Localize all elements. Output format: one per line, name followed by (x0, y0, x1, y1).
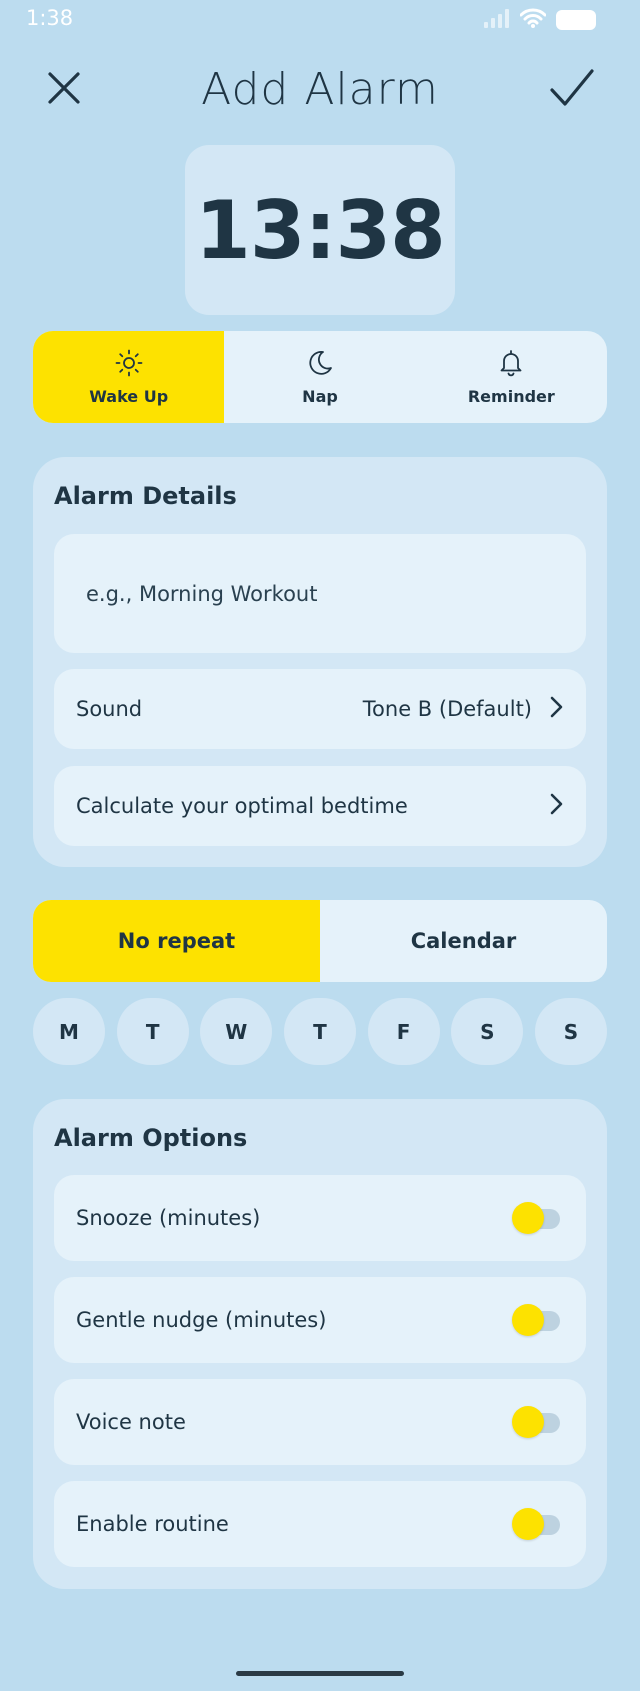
enable-routine-toggle[interactable] (512, 1507, 564, 1541)
toggle-knob (512, 1508, 544, 1540)
chevron-right-icon (550, 696, 564, 722)
toggle-knob (512, 1406, 544, 1438)
sound-label: Sound (76, 697, 143, 721)
alarm-details-card: Alarm Details Sound Tone B (Default) Cal… (33, 457, 607, 867)
option-enable-routine: Enable routine (54, 1481, 586, 1567)
repeat-selector: No repeat Calendar (33, 900, 607, 982)
tab-nap-label: Nap (302, 386, 338, 406)
alarm-type-selector: Wake Up Nap Reminder (33, 331, 607, 423)
snooze-toggle[interactable] (512, 1201, 564, 1235)
checkmark-icon (549, 68, 595, 112)
gentle-nudge-toggle[interactable] (512, 1303, 564, 1337)
day-wednesday[interactable]: W (200, 998, 273, 1065)
alarm-options-title: Alarm Options (54, 1124, 248, 1152)
option-enable-routine-label: Enable routine (76, 1512, 229, 1536)
add-alarm-screen: 1:38 Add Alarm 13:38 Wake Up Nap Reminde… (0, 0, 640, 1691)
save-button[interactable] (542, 60, 602, 120)
wifi-icon (519, 8, 547, 32)
option-voice-note-label: Voice note (76, 1410, 186, 1434)
tab-reminder[interactable]: Reminder (416, 331, 607, 423)
tab-nap[interactable]: Nap (224, 331, 415, 423)
status-bar: 1:38 (0, 0, 640, 36)
bedtime-calculator-row[interactable]: Calculate your optimal bedtime (54, 766, 586, 846)
bell-icon (497, 349, 525, 381)
option-gentle-nudge: Gentle nudge (minutes) (54, 1277, 586, 1363)
alarm-time: 13:38 (195, 183, 446, 277)
moon-icon (306, 349, 334, 381)
time-picker[interactable]: 13:38 (185, 145, 455, 315)
bedtime-label: Calculate your optimal bedtime (76, 794, 408, 818)
day-saturday[interactable]: S (451, 998, 524, 1065)
alarm-details-title: Alarm Details (54, 482, 237, 510)
sound-row[interactable]: Sound Tone B (Default) (54, 669, 586, 749)
voice-note-toggle[interactable] (512, 1405, 564, 1439)
sun-icon (115, 349, 143, 381)
signal-icon (484, 8, 510, 32)
chevron-right-icon (550, 793, 564, 819)
tab-wake-up-label: Wake Up (89, 386, 169, 406)
day-monday[interactable]: M (33, 998, 105, 1065)
battery-icon (556, 10, 596, 30)
tab-calendar[interactable]: Calendar (320, 900, 607, 982)
day-selector: M T W T F S S (33, 998, 607, 1065)
toggle-knob (512, 1202, 544, 1234)
sound-value: Tone B (Default) (362, 697, 532, 721)
day-friday[interactable]: F (367, 998, 440, 1065)
option-voice-note: Voice note (54, 1379, 586, 1465)
option-snooze: Snooze (minutes) (54, 1175, 586, 1261)
day-tuesday[interactable]: T (116, 998, 189, 1065)
day-thursday[interactable]: T (283, 998, 356, 1065)
toggle-knob (512, 1304, 544, 1336)
alarm-options-card: Alarm Options Snooze (minutes) Gentle nu… (33, 1099, 607, 1589)
tab-no-repeat[interactable]: No repeat (33, 900, 320, 982)
home-indicator (236, 1671, 404, 1676)
option-snooze-label: Snooze (minutes) (76, 1206, 261, 1230)
tab-reminder-label: Reminder (467, 386, 555, 406)
status-time: 1:38 (26, 6, 74, 30)
alarm-name-input[interactable] (54, 534, 586, 653)
status-icons (484, 8, 596, 32)
day-sunday[interactable]: S (534, 998, 607, 1065)
option-gentle-nudge-label: Gentle nudge (minutes) (76, 1308, 327, 1332)
tab-wake-up[interactable]: Wake Up (33, 331, 225, 423)
